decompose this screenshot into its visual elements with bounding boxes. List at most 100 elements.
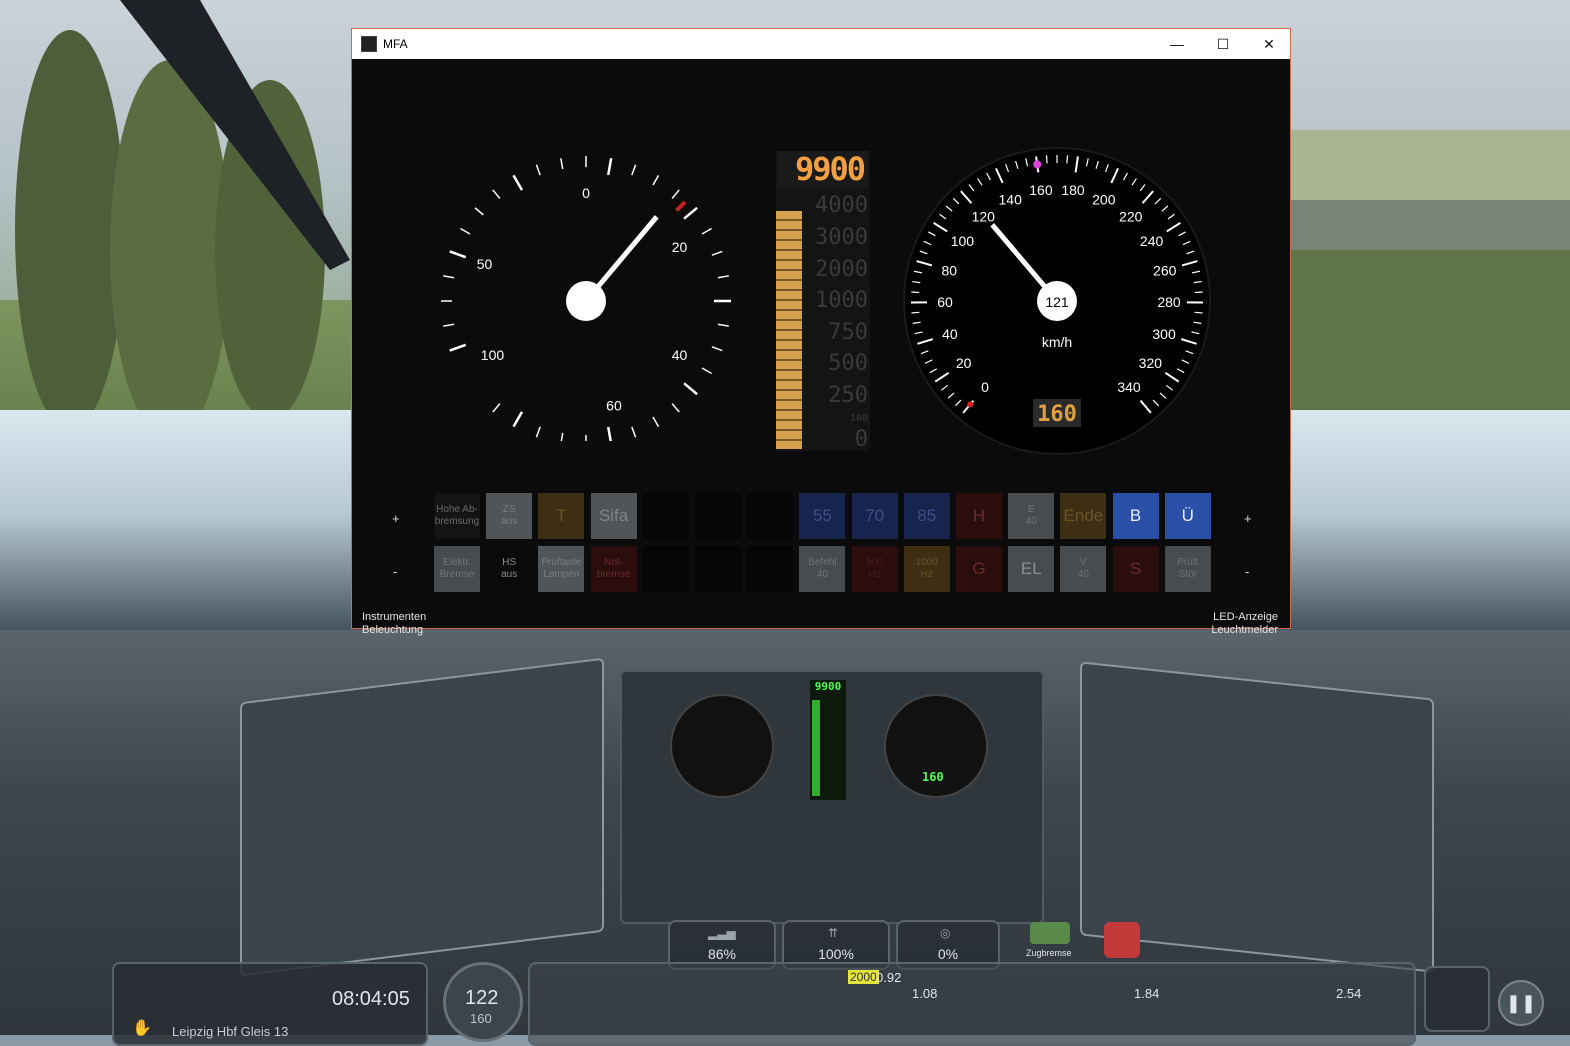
current-speed: 121: [1045, 294, 1069, 310]
gauge-tick: [493, 404, 500, 412]
brightness-minus-left[interactable]: -: [393, 564, 397, 579]
maximize-button[interactable]: ☐: [1200, 29, 1246, 59]
led-indicator: 55: [799, 493, 845, 539]
speed-tick-label: 0: [981, 379, 989, 395]
led-indicator: S: [1113, 546, 1159, 592]
bar-scale-label: 750: [828, 320, 868, 345]
led-indicator: 1000 Hz: [904, 546, 950, 592]
gauge-tick: [632, 427, 636, 437]
gauge-tick: [475, 208, 483, 215]
bar-scale-label: 3000: [815, 225, 868, 250]
led-indicator: Befehl 40: [799, 546, 845, 592]
location-text: Leipzig Hbf Gleis 13: [172, 1024, 288, 1039]
pause-button[interactable]: ❚❚: [1498, 980, 1544, 1026]
pressure-bar-display: 9900 40003000200010007505002501000: [776, 151, 870, 451]
led-indicator: HS aus: [486, 546, 532, 592]
bar-scale-label: 0: [855, 427, 868, 452]
led-indicator: Ende: [1060, 493, 1106, 539]
led-indicator: Sifa: [591, 493, 637, 539]
track-val-1: 0.92: [876, 970, 901, 985]
close-button[interactable]: ✕: [1246, 29, 1292, 59]
led-indicator: [695, 546, 741, 592]
mfa-content: 020406010050 9900 4000300020001000750500…: [352, 59, 1290, 629]
gauge-icon: ◎: [940, 926, 950, 940]
map-button[interactable]: [1424, 966, 1490, 1032]
brake-percent-gauge: 020406010050: [436, 141, 736, 441]
gauge-tick-label: 0: [582, 185, 590, 201]
gauge-limit-mark: [677, 202, 685, 210]
clock-location-box: 08:04:05 Leipzig Hbf Gleis 13 ✋: [112, 962, 428, 1046]
gauge-tick: [653, 175, 659, 185]
gauge-tick-label: 100: [481, 347, 505, 363]
cab-speedometer: 160: [884, 694, 988, 798]
led-indicator: [695, 493, 741, 539]
gauge-tick: [684, 383, 697, 394]
speed-tick-label: 20: [956, 355, 972, 371]
speed-tick-label: 60: [937, 294, 953, 310]
target-speed-marker: [1033, 160, 1041, 168]
roadside: [1290, 110, 1570, 440]
bar-scale-label: 100: [850, 413, 868, 424]
gauge-tick-label: 40: [672, 347, 688, 363]
emergency-brake-button[interactable]: [1104, 922, 1140, 958]
speed-tick-label: 200: [1092, 191, 1116, 207]
gauge-tick: [712, 347, 722, 351]
gauge-tick: [460, 229, 470, 235]
train-brake-icon[interactable]: [1030, 922, 1070, 944]
speed-dial: 122 160: [443, 962, 523, 1042]
brightness-plus-right[interactable]: +: [1244, 511, 1252, 526]
led-indicator: Ü: [1165, 493, 1211, 539]
led-indicator: Prüft Stör: [1165, 546, 1211, 592]
gauge-tick: [684, 208, 697, 219]
gauge-tick: [561, 433, 563, 441]
led-display-caption: LED-Anzeige Leuchtmelder: [1211, 611, 1278, 637]
track-profile: 2000 0.92 1.08 1.84 2.54: [528, 962, 1416, 1046]
speed-tick-label: 180: [1061, 182, 1085, 198]
led-indicator: Prüftaste Lampen: [538, 546, 584, 592]
cab-left-gauge: [670, 694, 774, 798]
led-indicator: 500 Hz: [852, 546, 898, 592]
gauge-tick: [672, 190, 679, 198]
speed-tick-label: 320: [1139, 355, 1163, 371]
center-instrument-panel: 9900 160: [620, 670, 1044, 924]
speed-tick: [911, 312, 919, 313]
instrument-lighting-caption: Instrumenten Beleuchtung: [362, 611, 426, 637]
speed-tick-label: 240: [1140, 233, 1164, 249]
gauge-tick: [443, 276, 454, 278]
title-bar[interactable]: MFA — ☐ ✕: [352, 29, 1290, 59]
throttle-stat: 86%: [670, 946, 774, 962]
led-indicator: Elektr. Bremse: [434, 546, 480, 592]
gauge-tick: [702, 368, 712, 374]
gauge-tick: [536, 165, 540, 175]
track-val-4: 2.54: [1336, 986, 1361, 1001]
bar-value-readout: 9900: [778, 151, 868, 187]
led-indicator: EL: [1008, 546, 1054, 592]
left-display-panel: [240, 658, 604, 977]
brightness-plus-left[interactable]: +: [392, 511, 400, 526]
track-val-3: 1.84: [1134, 986, 1159, 1001]
speed-unit: km/h: [1042, 334, 1072, 350]
led-indicator: 70: [852, 493, 898, 539]
speed-tick-label: 160: [1029, 182, 1053, 198]
speed-tick-label: 100: [951, 233, 975, 249]
gauge-tick: [608, 158, 611, 175]
speed-tick-label: 120: [972, 209, 996, 225]
cab-bar-value: 9900: [810, 680, 846, 693]
signal-icon: ▂▃▅: [708, 926, 736, 940]
led-indicator: Not- bremse: [591, 546, 637, 592]
speed-tick-label: 80: [941, 262, 957, 278]
minimize-button[interactable]: —: [1154, 29, 1200, 59]
speed-tick-label: 260: [1153, 262, 1177, 278]
gauge-tick: [702, 229, 712, 235]
brightness-minus-right[interactable]: -: [1245, 564, 1249, 579]
gauge-tick: [712, 251, 722, 255]
target-speed-readout: 160: [1037, 402, 1077, 427]
bar-scale-label: 250: [828, 383, 868, 408]
speed-tick-label: 40: [942, 326, 958, 342]
led-indicator: 85: [904, 493, 950, 539]
gauge-tick-label: 50: [477, 256, 493, 272]
hand-icon: ✋: [132, 1018, 152, 1038]
hud-speed-limit: 160: [470, 1011, 492, 1026]
app-icon: [361, 36, 377, 52]
gauge-tick: [443, 324, 454, 326]
